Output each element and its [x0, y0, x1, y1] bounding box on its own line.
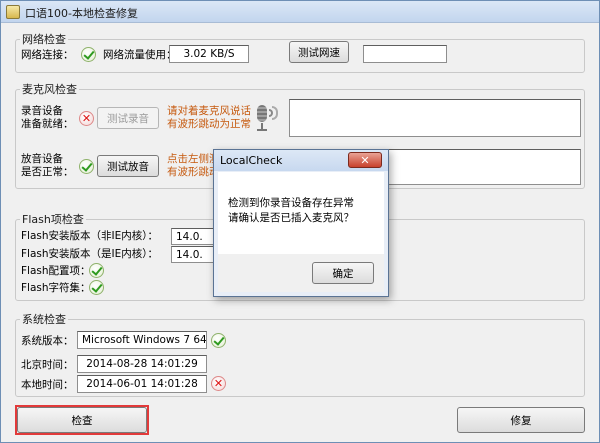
- close-icon[interactable]: ✕: [348, 152, 382, 168]
- playback-hint: 点击左侧测 有波形跳动: [167, 153, 220, 178]
- dialog-footer: 确定: [218, 254, 384, 292]
- ok-check-icon: [79, 159, 94, 174]
- localcheck-dialog: LocalCheck ✕ 检测到你录音设备存在异常 请确认是否已插入麦克风？ 确…: [213, 149, 389, 297]
- ok-check-icon: [89, 263, 104, 278]
- flash-config-label: Flash配置项：: [21, 265, 91, 277]
- app-icon: [6, 5, 20, 19]
- highlight-box: [15, 405, 149, 435]
- window-title: 口语100-本地检查修复: [25, 7, 138, 20]
- microphone-icon: [253, 105, 281, 133]
- test-record-button[interactable]: 测试录音: [97, 107, 159, 129]
- flash-non-ie-version: 14.0.: [171, 228, 217, 245]
- beijing-time-label: 北京时间：: [21, 359, 74, 371]
- record-hint: 请对着麦克风说话 有波形跳动为正常: [167, 105, 251, 130]
- ok-check-icon: [211, 333, 226, 348]
- beijing-time-field: 2014-08-28 14:01:29: [77, 355, 207, 373]
- ok-check-icon: [81, 47, 96, 62]
- main-window: 口语100-本地检查修复 网络检查 网络连接： 网络流量使用： 3.02 KB/…: [0, 0, 600, 443]
- test-playback-button[interactable]: 测试放音: [97, 155, 159, 177]
- local-time-field: 2014-06-01 14:01:28: [77, 375, 207, 393]
- dialog-message: 检测到你录音设备存在异常 请确认是否已插入麦克风？: [228, 197, 354, 224]
- error-x-icon: ✕: [79, 111, 94, 126]
- dialog-ok-button[interactable]: 确定: [312, 262, 374, 284]
- title-bar: 口语100-本地检查修复: [1, 1, 599, 23]
- os-version-field: Microsoft Windows 7 64位: [77, 331, 207, 349]
- flash-charset-label: Flash字符集：: [21, 282, 91, 294]
- local-time-label: 本地时间：: [21, 379, 74, 391]
- error-x-icon: ✕: [211, 376, 226, 391]
- ok-check-icon: [89, 280, 104, 295]
- record-device-label: 录音设备 准备就绪：: [21, 105, 74, 130]
- traffic-value-field: 3.02 KB/S: [169, 45, 249, 63]
- playback-device-label: 放音设备 是否正常：: [21, 153, 74, 178]
- repair-button[interactable]: 修复: [457, 407, 585, 433]
- flash-non-ie-label: Flash安装版本（非IE内核）：: [21, 230, 158, 242]
- record-waveform-box: [289, 99, 581, 137]
- system-legend: 系统检查: [22, 313, 66, 326]
- network-legend: 网络检查: [22, 33, 66, 46]
- speed-result-field: [363, 45, 447, 63]
- flash-ie-label: Flash安装版本（是IE内核）：: [21, 248, 158, 260]
- network-connection-label: 网络连接：: [21, 49, 74, 61]
- test-speed-button[interactable]: 测试网速: [289, 41, 349, 63]
- traffic-label: 网络流量使用：: [103, 49, 177, 61]
- dialog-title-bar: LocalCheck ✕: [214, 150, 388, 171]
- dialog-body: 检测到你录音设备存在异常 请确认是否已插入麦克风？: [218, 172, 384, 254]
- flash-legend: Flash项检查: [22, 213, 84, 226]
- mic-legend: 麦克风检查: [22, 83, 77, 96]
- flash-ie-version: 14.0.: [171, 246, 217, 263]
- os-version-label: 系统版本：: [21, 335, 74, 347]
- dialog-title: LocalCheck: [220, 154, 283, 167]
